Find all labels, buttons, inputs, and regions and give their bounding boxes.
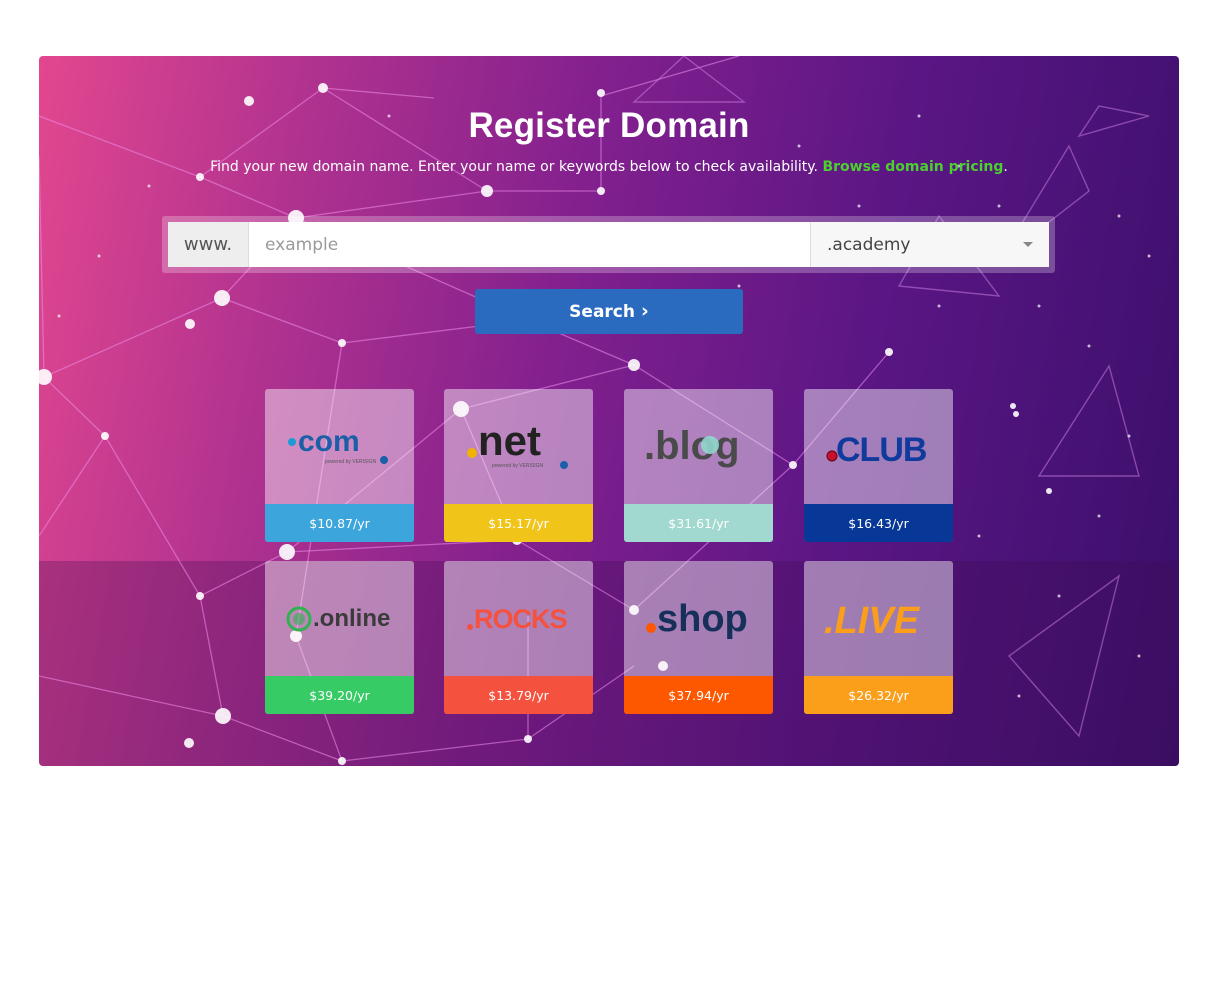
page-subtitle: Find your new domain name. Enter your na… [39,159,1179,175]
net-powered-by: powered by VERISIGN [492,463,544,469]
tld-price: $13.79/yr [444,676,593,714]
com-logo-text: com [298,425,360,458]
tld-card-com[interactable]: com powered by VERISIGN $10.87/yr [265,389,414,542]
rocks-logo-text: ROCKS [474,604,567,634]
blog-logo-text: .blog [644,424,740,468]
club-logo-text: CLUB [836,431,927,469]
search-input-group: www. .academy [168,222,1049,267]
subtitle-text: Find your new domain name. Enter your na… [210,159,818,175]
page-title: Register Domain [468,106,750,145]
www-prefix: www. [168,222,249,267]
tld-price: $31.61/yr [624,504,773,542]
tld-price: $37.94/yr [624,676,773,714]
club-logo-icon: CLUB [826,431,928,469]
tld-card-rocks[interactable]: ROCKS $13.79/yr [444,561,593,714]
tld-price: $15.17/yr [444,504,593,542]
com-powered-by: powered by VERISIGN [325,459,377,465]
chevron-right-icon: › [640,300,649,322]
tld-card-online[interactable]: .online $39.20/yr [265,561,414,714]
live-logo-text: .LIVE [824,600,921,642]
search-button-label: Search [569,301,635,322]
subtitle-suffix: . [1003,159,1008,175]
search-button[interactable]: Search › [475,289,743,334]
live-logo-icon: .LIVE [824,600,921,642]
shop-logo-text: shop [657,598,748,640]
browse-pricing-link[interactable]: Browse domain pricing [822,159,1003,175]
domain-search-bar: www. .academy [162,216,1055,273]
tld-price: $39.20/yr [265,676,414,714]
tld-price: $16.43/yr [804,504,953,542]
online-logo-text: .online [313,605,390,632]
domain-hero: Register Domain Find your new domain nam… [39,56,1179,766]
tld-card-net[interactable]: net powered by VERISIGN $15.17/yr [444,389,593,542]
tld-select[interactable]: .academy [810,222,1049,267]
tld-price: $10.87/yr [265,504,414,542]
tld-card-shop[interactable]: shop $37.94/yr [624,561,773,714]
rocks-logo-icon: ROCKS [467,604,568,634]
online-logo-icon: .online [286,605,390,632]
tld-card-club[interactable]: CLUB $16.43/yr [804,389,953,542]
caret-down-icon [1023,242,1033,247]
tld-select-value: .academy [827,234,911,255]
tld-card-blog[interactable]: .blog $31.61/yr [624,389,773,542]
net-logo-icon: net powered by VERISIGN [467,417,568,469]
domain-input[interactable] [249,222,810,267]
tld-price: $26.32/yr [804,676,953,714]
tld-card-live[interactable]: .LIVE $26.32/yr [804,561,953,714]
blog-logo-icon: .blog [644,424,740,468]
net-logo-text: net [478,417,541,464]
com-logo-icon: com powered by VERISIGN [288,425,388,465]
shop-logo-icon: shop [646,598,748,640]
